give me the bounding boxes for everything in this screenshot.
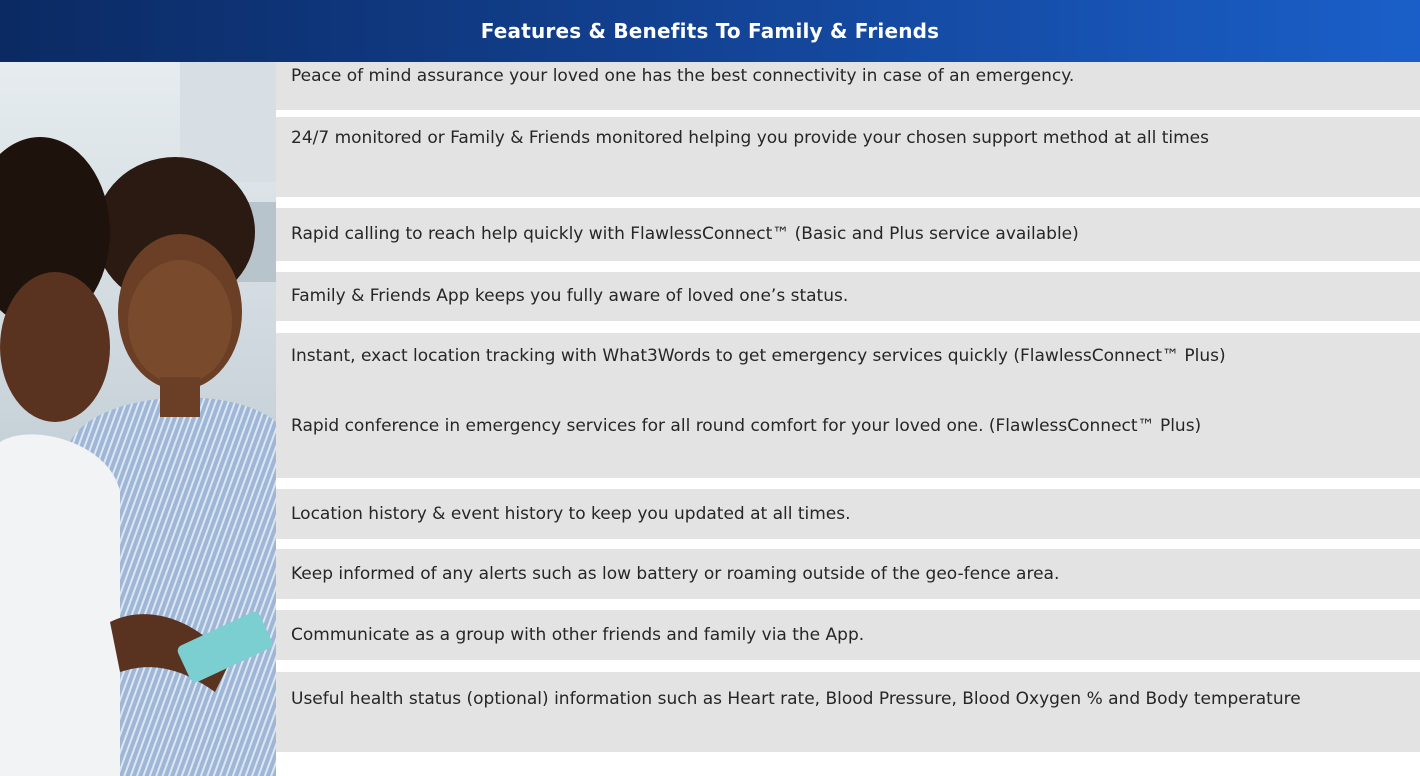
feature-row: Keep informed of any alerts such as low … (276, 549, 1420, 599)
feature-text: Useful health status (optional) informat… (291, 689, 1301, 709)
feature-row: Instant, exact location tracking with Wh… (276, 333, 1420, 416)
feature-text: 24/7 monitored or Family & Friends monit… (291, 128, 1209, 148)
features-list: Peace of mind assurance your loved one h… (276, 62, 1420, 776)
feature-row: Location history & event history to keep… (276, 489, 1420, 539)
page-title: Features & Benefits To Family & Friends (480, 19, 940, 43)
feature-row: Communicate as a group with other friend… (276, 610, 1420, 660)
feature-row: Rapid calling to reach help quickly with… (276, 208, 1420, 261)
feature-row: 24/7 monitored or Family & Friends monit… (276, 117, 1420, 197)
family-photo (0, 62, 276, 776)
feature-text: Keep informed of any alerts such as low … (291, 564, 1060, 584)
feature-row: Rapid conference in emergency services f… (276, 408, 1420, 478)
header-banner: Features & Benefits To Family & Friends (0, 0, 1420, 62)
feature-text: Family & Friends App keeps you fully awa… (291, 286, 849, 306)
feature-row: Family & Friends App keeps you fully awa… (276, 272, 1420, 321)
people-photo-icon (0, 62, 276, 776)
feature-row: Peace of mind assurance your loved one h… (276, 62, 1420, 110)
feature-text: Rapid calling to reach help quickly with… (291, 224, 1079, 244)
feature-text: Peace of mind assurance your loved one h… (291, 66, 1075, 86)
feature-text: Instant, exact location tracking with Wh… (291, 346, 1226, 366)
feature-text: Location history & event history to keep… (291, 504, 851, 524)
feature-text: Communicate as a group with other friend… (291, 625, 865, 645)
feature-text: Rapid conference in emergency services f… (291, 416, 1202, 436)
feature-row: Useful health status (optional) informat… (276, 672, 1420, 752)
